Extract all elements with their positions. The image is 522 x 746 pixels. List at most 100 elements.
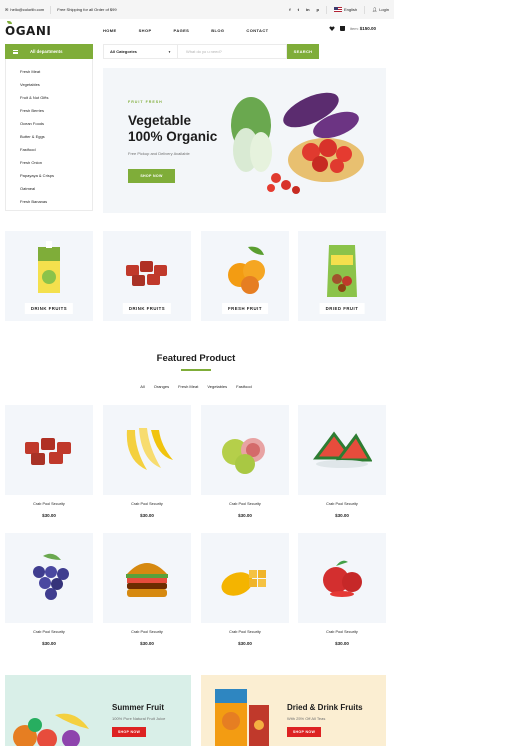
watermelon-icon [313,431,372,468]
filter-fastfood[interactable]: Fastfood [236,384,252,389]
fruit-basket-image [13,713,89,746]
search-button[interactable]: SEARCH [287,44,319,59]
nav-shop[interactable]: SHOP [139,28,152,33]
product-name[interactable]: Crab Pool Security [298,630,386,634]
logo[interactable]: OGANI [5,21,51,38]
facebook-icon[interactable]: f [289,7,290,12]
product-price: $30.00 [238,641,252,646]
department-item[interactable]: Papayaya & Crisps [20,169,92,182]
category-label: FRESH FRUIT [222,303,268,314]
hero-subtitle: Free Pickup and Delivery Available [128,151,190,156]
pinterest-icon[interactable]: p [317,7,319,12]
product-name[interactable]: Crab Pool Security [5,630,93,634]
shopping-bag-icon[interactable] [340,26,345,31]
banner-shop-now-button[interactable]: SHOP NOW [287,727,321,737]
product-price: $30.00 [42,641,56,646]
product-card[interactable] [298,405,386,495]
product-name[interactable]: Crab Pool Security [103,630,191,634]
department-item[interactable]: Fresh Bananas [20,195,92,208]
twitter-icon[interactable]: t [298,7,299,12]
product-filters: All Oranges Fresh Meat Vegetables Fastfo… [0,384,392,389]
category-label: DRIED FRUIT [319,303,365,314]
banner-subtitle: 100% Pure Natural Fruit Juice [112,716,166,721]
top-bar: ✉ hello@colorlib.com Free Shipping for a… [0,0,394,19]
search-input[interactable]: What do yo u need? [178,49,222,54]
product-name[interactable]: Crab Pool Security [103,502,191,506]
product-card[interactable] [201,405,289,495]
hero-banner: FRUIT FRESH Vegetable 100% Organic Free … [103,68,386,213]
us-flag-icon [334,7,342,12]
category-select[interactable]: All Categories ▼ [104,45,178,58]
divider [364,5,366,14]
product-card[interactable] [298,533,386,623]
product-card[interactable] [5,533,93,623]
banner-title: Dried & Drink Fruits [287,703,363,712]
featured-title: Featured Product [156,353,236,364]
filter-vegetables[interactable]: Vegetables [207,384,227,389]
hero-shop-now-button[interactable]: SHOP NOW [128,169,175,183]
product-price: $30.00 [140,513,154,518]
hero-tag: FRUIT FRESH [128,100,163,104]
banner-title: Summer Fruit [112,703,165,712]
meat-icon [25,438,71,465]
cart-item-label: item: [350,26,359,31]
product-price: $30.00 [42,513,56,518]
department-item[interactable]: Fresh Berries [20,104,92,117]
leaf-icon [7,21,12,24]
envelope-icon: ✉ [5,7,9,12]
main-nav: HOME SHOP PAGES BLOG CONTACT [103,28,268,33]
burger-icon [126,563,168,597]
department-item[interactable]: Fresh Onion [20,156,92,169]
category-select-label: All Categories [110,49,137,54]
product-card[interactable] [103,405,191,495]
department-item[interactable]: Butter & Eggs [20,130,92,143]
category-card-drink-fruits-2[interactable]: DRINK FRUITS [103,231,191,321]
category-card-drink-fruits[interactable]: DRINK FRUITS [5,231,93,321]
product-name[interactable]: Crab Pool Security [201,502,289,506]
product-price: $30.00 [238,513,252,518]
banana-icon [126,428,173,470]
nav-home[interactable]: HOME [103,28,117,33]
filter-oranges[interactable]: Oranges [154,384,169,389]
email-text: hello@colorlib.com [10,7,45,12]
header-cart: item: $150.00 [329,26,376,31]
summer-fruit-banner[interactable]: Summer Fruit 100% Pure Natural Fruit Jui… [5,675,191,746]
orange-icon [228,246,265,294]
dried-drink-fruits-banner[interactable]: Dried & Drink Fruits With 25% Off All Te… [201,675,386,746]
department-item[interactable]: Fresh Meat [20,65,92,78]
user-icon: 👤︎ [372,7,378,12]
department-item[interactable]: Fastfood [20,143,92,156]
login-link[interactable]: 👤︎ Login [372,7,389,12]
product-card[interactable] [201,533,289,623]
category-label: DRINK FRUITS [24,303,74,314]
vegetables-image [231,92,364,194]
language-label: English [344,7,358,12]
login-label: Login [379,7,389,12]
nav-pages[interactable]: PAGES [174,28,190,33]
nav-contact[interactable]: CONTACT [246,28,268,33]
grapes-icon [33,553,69,600]
email-contact: ✉ hello@colorlib.com [5,5,52,14]
product-name[interactable]: Crab Pool Security [298,502,386,506]
apple-icon [323,560,362,597]
banner-shop-now-button[interactable]: SHOP NOW [112,727,146,737]
heart-icon[interactable] [329,26,335,31]
product-card[interactable] [5,405,93,495]
language-selector[interactable]: English [334,7,357,12]
menu-icon [13,49,18,54]
product-card[interactable] [103,533,191,623]
filter-fresh-meat[interactable]: Fresh Meat [178,384,198,389]
category-card-fresh-fruit[interactable]: FRESH FRUIT [201,231,289,321]
department-item[interactable]: Vegetables [20,78,92,91]
filter-all[interactable]: All [140,384,144,389]
all-departments-button[interactable]: All departments [5,44,93,59]
department-item[interactable]: Oatmeal [20,182,92,195]
nav-blog[interactable]: BLOG [211,28,224,33]
search-bar: All Categories ▼ What do yo u need? SEAR… [103,44,319,59]
department-item[interactable]: Fruit & Nut Gifts [20,91,92,104]
product-name[interactable]: Crab Pool Security [201,630,289,634]
linkedin-icon[interactable]: in [306,7,310,12]
product-name[interactable]: Crab Pool Security [5,502,93,506]
department-item[interactable]: Ocean Foods [20,117,92,130]
category-card-dried-fruit[interactable]: DRIED FRUIT [298,231,386,321]
